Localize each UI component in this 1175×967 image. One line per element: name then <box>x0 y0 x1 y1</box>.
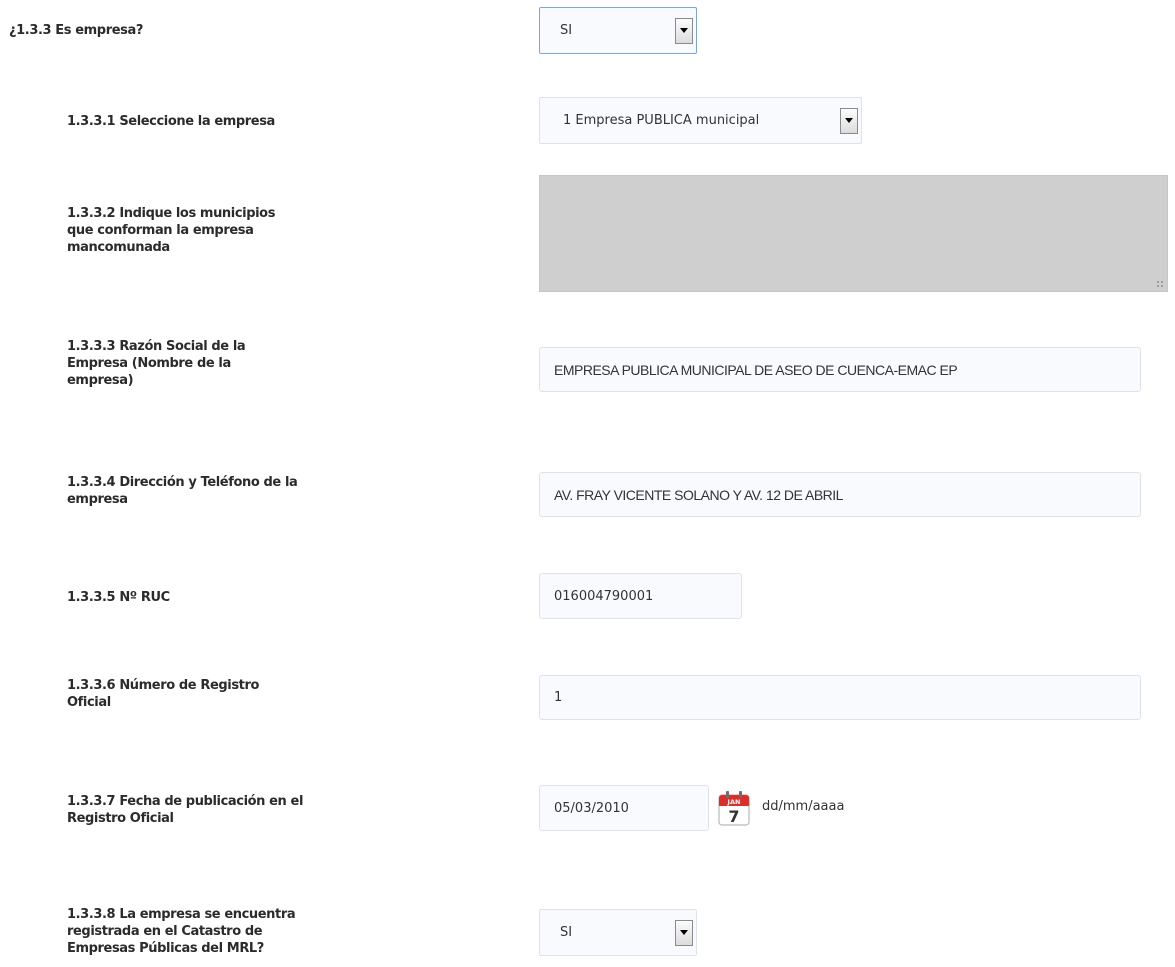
registro-oficial-value: 1 <box>554 690 563 705</box>
label-registro-line-1: 1.3.3.6 Número de Registro <box>67 678 260 693</box>
calendar-icon[interactable]: JAN 7 <box>717 789 751 827</box>
label-fecha-line-2: Registro Oficial <box>67 811 174 826</box>
label-seleccione-empresa: 1.3.3.1 Seleccione la empresa <box>67 114 275 129</box>
seleccione-empresa-select[interactable]: 1 Empresa PUBLICA municipal <box>539 97 862 144</box>
fecha-publicacion-input[interactable]: 05/03/2010 <box>539 785 709 831</box>
label-catastro-line-3: Empresas Públicas del MRL? <box>67 941 264 956</box>
catastro-selected-value: SI <box>560 925 573 940</box>
label-razon-social: 1.3.3.3 Razón Social de la Empresa (Nomb… <box>67 338 246 389</box>
label-municipios-line-2: que conforman la empresa <box>67 223 254 238</box>
calendar-month-text: JAN <box>727 798 741 806</box>
label-catastro: 1.3.3.8 La empresa se encuentra registra… <box>67 906 296 957</box>
label-fecha-line-1: 1.3.3.7 Fecha de publicación en el <box>67 794 304 809</box>
direccion-telefono-input[interactable]: AV. FRAY VICENTE SOLANO Y AV. 12 DE ABRI… <box>539 472 1141 517</box>
direccion-telefono-value: AV. FRAY VICENTE SOLANO Y AV. 12 DE ABRI… <box>554 486 843 503</box>
label-es-empresa: ¿1.3.3 Es empresa? <box>9 23 143 38</box>
label-registro-line-2: Oficial <box>67 695 111 710</box>
seleccione-empresa-selected-value: 1 Empresa PUBLICA municipal <box>563 113 760 128</box>
label-razon-social-line-1: 1.3.3.3 Razón Social de la <box>67 339 246 354</box>
fecha-publicacion-value: 05/03/2010 <box>554 800 629 816</box>
label-municipios-line-1: 1.3.3.2 Indique los municipios <box>67 206 276 221</box>
calendar-day-text: 7 <box>728 807 739 826</box>
chevron-down-icon[interactable] <box>840 107 858 134</box>
label-catastro-line-2: registrada en el Catastro de <box>67 924 263 939</box>
es-empresa-select[interactable]: SI <box>539 7 697 54</box>
label-direccion-line-2: empresa <box>67 492 128 507</box>
municipios-textarea[interactable] <box>539 175 1168 292</box>
ruc-value: 016004790001 <box>554 588 654 604</box>
chevron-down-icon[interactable] <box>675 17 693 44</box>
date-format-hint: dd/mm/aaaa <box>762 799 845 814</box>
registro-oficial-input[interactable]: 1 <box>539 675 1141 720</box>
resize-grip-icon[interactable] <box>1156 280 1164 288</box>
chevron-down-icon[interactable] <box>675 919 693 946</box>
es-empresa-selected-value: SI <box>560 23 573 38</box>
label-municipios-line-3: mancomunada <box>67 240 170 255</box>
label-catastro-line-1: 1.3.3.8 La empresa se encuentra <box>67 907 296 922</box>
label-direccion-line-1: 1.3.3.4 Dirección y Teléfono de la <box>67 475 298 490</box>
label-razon-social-line-2: Empresa (Nombre de la <box>67 356 231 371</box>
label-ruc: 1.3.3.5 Nº RUC <box>67 590 170 605</box>
label-razon-social-line-3: empresa) <box>67 373 134 388</box>
label-municipios: 1.3.3.2 Indique los municipios que confo… <box>67 205 275 256</box>
razon-social-value: EMPRESA PUBLICA MUNICIPAL DE ASEO DE CUE… <box>554 361 958 378</box>
label-fecha-publicacion: 1.3.3.7 Fecha de publicación en el Regis… <box>67 793 303 827</box>
ruc-input[interactable]: 016004790001 <box>539 573 742 619</box>
label-registro-oficial: 1.3.3.6 Número de Registro Oficial <box>67 677 259 711</box>
catastro-select[interactable]: SI <box>539 909 697 956</box>
razon-social-input[interactable]: EMPRESA PUBLICA MUNICIPAL DE ASEO DE CUE… <box>539 347 1141 392</box>
label-direccion-telefono: 1.3.3.4 Dirección y Teléfono de la empre… <box>67 474 298 508</box>
